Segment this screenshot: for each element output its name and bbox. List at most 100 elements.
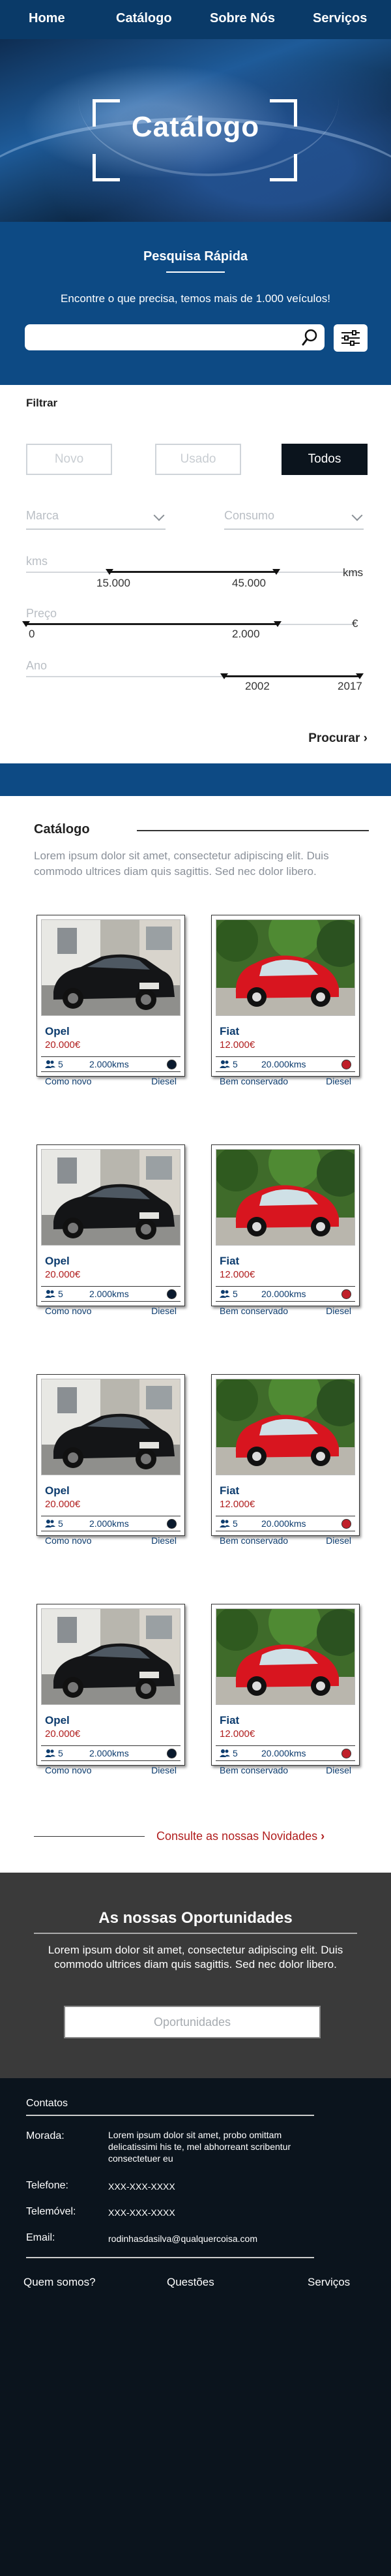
car-card[interactable]: Opel 20.000€ 5 2.000kms Como novo Diesel — [36, 1144, 185, 1316]
year-label: Ano — [26, 659, 48, 672]
car-photo — [41, 1379, 181, 1475]
toggle-novo[interactable]: Novo — [26, 444, 112, 475]
chevron-right-icon: › — [321, 1830, 325, 1843]
car-price: 12.000€ — [220, 1039, 255, 1050]
seats-icon — [220, 1289, 230, 1300]
car-condition: Como novo — [45, 1076, 92, 1086]
car-price: 20.000€ — [45, 1269, 81, 1280]
price-min-handle[interactable] — [22, 621, 30, 627]
car-name: Opel — [45, 1025, 70, 1037]
car-photo — [41, 1608, 181, 1705]
km-max-handle[interactable] — [272, 569, 280, 575]
brand-select-label: Marca — [26, 509, 59, 522]
car-km: 20.000kms — [261, 1289, 306, 1299]
address-label: Morada: — [26, 2130, 65, 2141]
search-input[interactable] — [25, 324, 325, 350]
divider — [34, 1836, 145, 1837]
price-max-handle[interactable] — [274, 621, 282, 627]
car-km: 20.000kms — [261, 1059, 306, 1069]
car-condition: Como novo — [45, 1535, 92, 1546]
car-name: Fiat — [220, 1025, 240, 1037]
car-fuel: Diesel — [151, 1306, 177, 1316]
novidades-link[interactable]: Consulte as nossas Novidades › — [156, 1830, 325, 1843]
car-name: Fiat — [220, 1714, 240, 1726]
car-specs: 5 2.000kms — [41, 1286, 181, 1302]
search-submit-label: Procurar — [308, 731, 360, 745]
filters-button[interactable] — [334, 324, 368, 352]
toggle-usado[interactable]: Usado — [155, 444, 241, 475]
toggle-todos[interactable]: Todos — [282, 444, 368, 475]
hero-banner: Catálogo — [0, 39, 391, 222]
car-color-swatch — [341, 1289, 351, 1299]
seats-icon — [45, 1749, 55, 1760]
price-range — [26, 623, 278, 625]
opportunities-text: Lorem ipsum dolor sit amet, consectetur … — [48, 1944, 343, 1970]
car-name: Opel — [45, 1255, 70, 1267]
car-km: 2.000kms — [89, 1518, 129, 1529]
km-unit: kms — [343, 566, 364, 579]
search-icon[interactable] — [301, 328, 319, 346]
km-min-value: 15.000 — [96, 577, 130, 589]
car-card[interactable]: Opel 20.000€ 5 2.000kms Como novo Diesel — [36, 1604, 185, 1775]
car-seats: 5 — [233, 1059, 238, 1069]
car-price: 12.000€ — [220, 1269, 255, 1280]
car-fuel: Diesel — [151, 1535, 177, 1546]
car-card[interactable]: Fiat 12.000€ 5 20.000kms Bem conservado Diese… — [211, 1144, 360, 1316]
car-condition: Bem conservado — [220, 1535, 289, 1546]
seats-icon — [45, 1519, 55, 1530]
chevron-down-icon — [351, 510, 363, 521]
car-condition: Como novo — [45, 1765, 92, 1775]
opportunities-button[interactable]: Oportunidades — [64, 2006, 321, 2038]
car-fuel: Diesel — [326, 1765, 351, 1775]
car-card[interactable]: Fiat 12.000€ 5 20.000kms Bem conservado Diese… — [211, 1374, 360, 1546]
car-card[interactable]: Opel 20.000€ 5 2.000kms Como novo Diesel — [36, 915, 185, 1086]
car-card[interactable]: Fiat 12.000€ 5 20.000kms Bem conservado Diese… — [211, 915, 360, 1086]
section-band — [0, 763, 391, 796]
car-card[interactable]: Opel 20.000€ 5 2.000kms Como novo Diesel — [36, 1374, 185, 1546]
nav-home[interactable]: Home — [29, 11, 65, 26]
km-min-handle[interactable] — [106, 569, 113, 575]
year-max-handle[interactable] — [356, 673, 364, 679]
footer-link-questoes[interactable]: Questões — [167, 2276, 214, 2289]
divider — [26, 2257, 314, 2258]
car-specs: 5 2.000kms — [41, 1745, 181, 1761]
price-min-value: 0 — [29, 628, 35, 640]
opportunities-section: As nossas Oportunidades Lorem ipsum dolo… — [0, 1873, 391, 2078]
novidades-link-label: Consulte as nossas Novidades — [156, 1830, 318, 1843]
car-km: 2.000kms — [89, 1059, 129, 1069]
car-seats: 5 — [233, 1518, 238, 1529]
quick-search-title: Pesquisa Rápida — [143, 249, 248, 264]
car-photo — [216, 1149, 355, 1246]
hero-title: Catálogo — [131, 111, 260, 143]
price-max-value: 2.000 — [232, 628, 260, 640]
car-price: 12.000€ — [220, 1728, 255, 1740]
email-value[interactable]: rodinhasdasilva@qualquercoisa.com — [108, 2233, 317, 2245]
car-km: 2.000kms — [89, 1748, 129, 1758]
address-value: Lorem ipsum dolor sit amet, probo omitta… — [108, 2130, 291, 2164]
catalog-title: Catálogo — [34, 822, 90, 836]
consumption-select[interactable]: Consumo — [224, 509, 364, 530]
opportunities-title: As nossas Oportunidades — [98, 1909, 293, 1927]
car-color-swatch — [167, 1289, 177, 1299]
nav-servicos[interactable]: Serviços — [313, 11, 367, 26]
seats-icon — [220, 1749, 230, 1760]
nav-catalogo[interactable]: Catálogo — [116, 11, 172, 26]
brand-select[interactable]: Marca — [26, 509, 166, 530]
km-label: kms — [26, 555, 48, 568]
quick-search: Pesquisa Rápida Encontre o que precisa, … — [0, 222, 391, 385]
car-specs: 5 2.000kms — [41, 1056, 181, 1072]
footer-link-servicos[interactable]: Serviços — [308, 2276, 350, 2289]
seats-icon — [220, 1060, 230, 1071]
nav-sobre-nos[interactable]: Sobre Nós — [210, 11, 275, 26]
divider — [166, 271, 225, 273]
car-km: 2.000kms — [89, 1289, 129, 1299]
car-fuel: Diesel — [326, 1306, 351, 1316]
car-specs: 5 20.000kms — [216, 1056, 355, 1072]
mobile-label: Telemóvel: — [26, 2206, 76, 2217]
footer-link-quem-somos[interactable]: Quem somos? — [23, 2276, 96, 2289]
year-min-handle[interactable] — [220, 673, 229, 679]
km-range — [109, 571, 276, 573]
car-card[interactable]: Fiat 12.000€ 5 20.000kms Bem conservado Diese… — [211, 1604, 360, 1775]
search-submit-button[interactable]: Procurar › — [308, 731, 368, 746]
seats-icon — [220, 1519, 230, 1530]
